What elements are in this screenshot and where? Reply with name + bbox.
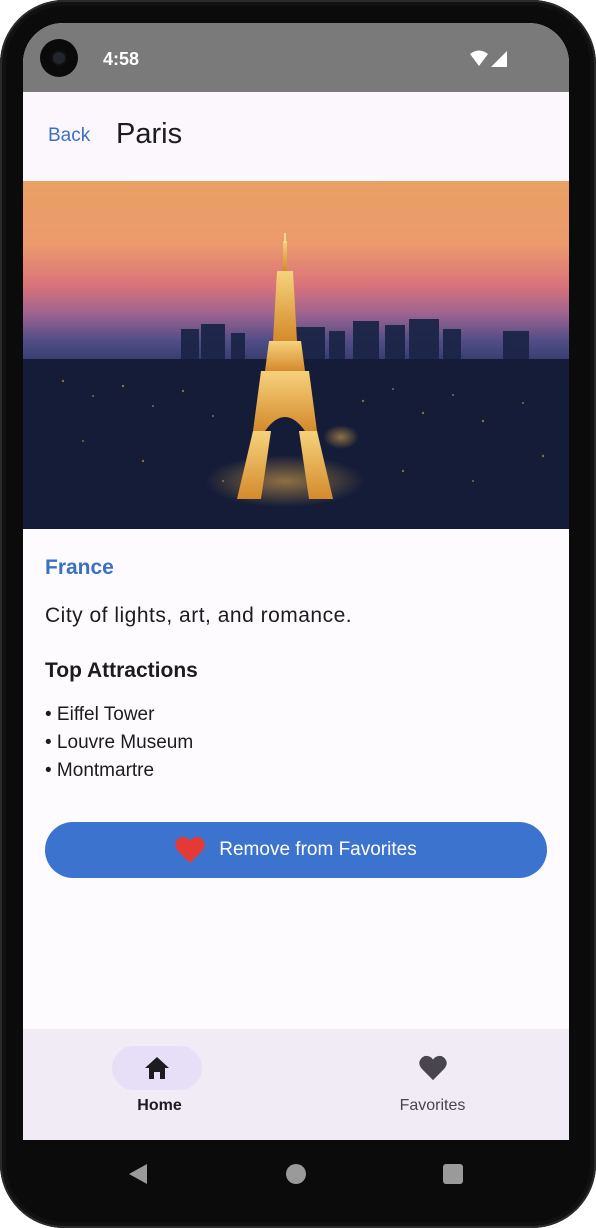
signal-icon [491, 51, 507, 67]
remove-favorite-button[interactable]: Remove from Favorites [45, 822, 547, 878]
nav-label-home: Home [137, 1097, 182, 1114]
back-button[interactable]: Back [48, 125, 90, 147]
status-icons [470, 50, 507, 67]
wifi-icon [470, 50, 488, 66]
status-bar: 4:58 [23, 23, 569, 92]
front-camera [40, 39, 78, 77]
list-item: • Louvre Museum [45, 732, 194, 753]
nav-item-home[interactable]: Home [23, 1029, 296, 1140]
page-title: Paris [116, 118, 183, 150]
heart-icon [175, 836, 206, 863]
app-screen: 4:58 Back Paris France City of lights, a… [23, 23, 569, 1140]
hero-image [23, 181, 569, 529]
system-navigation-bar [23, 1140, 569, 1208]
bottom-navigation: Home Favorites [23, 1029, 569, 1140]
attractions-list: • Eiffel Tower • Louvre Museum • Montmar… [45, 701, 193, 785]
phone-frame: 4:58 Back Paris France City of lights, a… [0, 0, 596, 1228]
attractions-heading: Top Attractions [45, 659, 198, 682]
system-back-icon[interactable] [127, 1162, 149, 1186]
remove-favorite-label: Remove from Favorites [219, 839, 417, 860]
home-icon [145, 1057, 169, 1079]
status-time: 4:58 [103, 49, 140, 69]
system-home-icon[interactable] [286, 1164, 306, 1184]
top-app-bar: Back Paris [23, 92, 569, 181]
nav-label-favorites: Favorites [399, 1097, 466, 1114]
system-recents-icon[interactable] [443, 1164, 463, 1184]
heart-icon [419, 1055, 447, 1081]
description-text: City of lights, art, and romance. [45, 604, 353, 627]
list-item: • Montmartre [45, 760, 155, 781]
nav-item-favorites[interactable]: Favorites [296, 1029, 569, 1140]
country-label: France [45, 556, 114, 579]
destination-details: France City of lights, art, and romance.… [23, 529, 569, 1029]
list-item: • Eiffel Tower [45, 704, 155, 725]
